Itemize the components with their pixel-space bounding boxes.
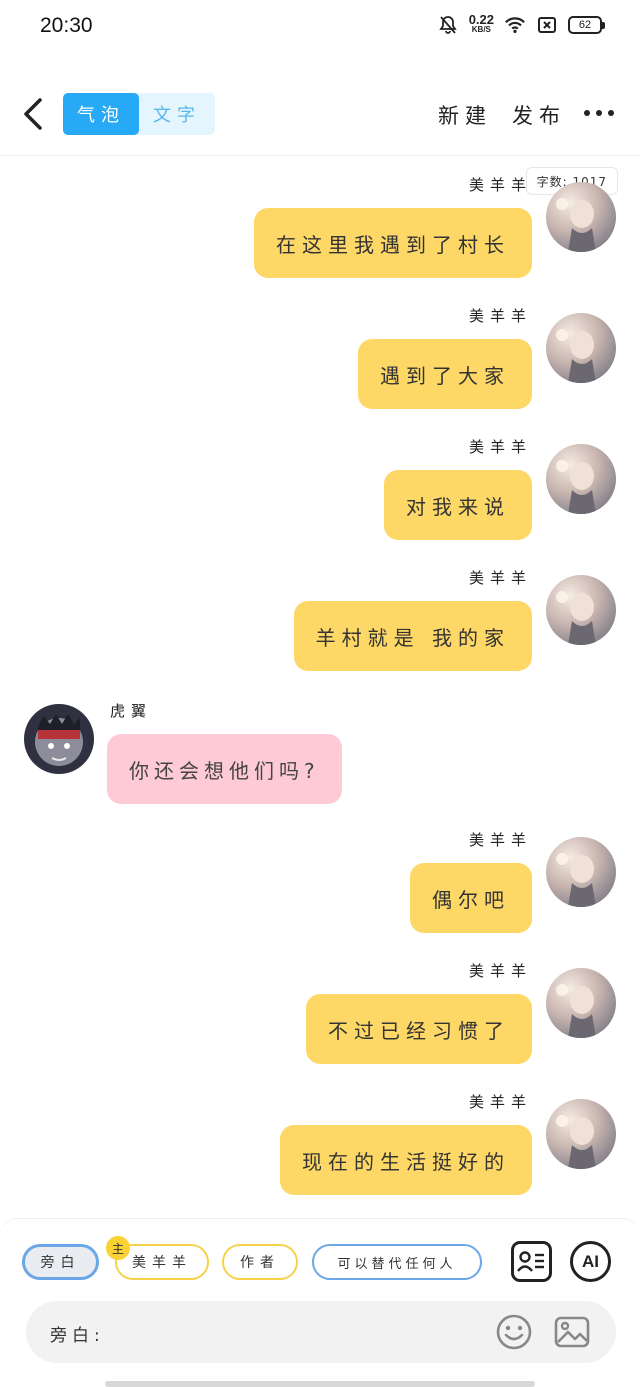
top-nav: 气泡 文字 新建 发布 [0,72,640,156]
chip-author[interactable]: 作者 [222,1244,298,1280]
bell-off-icon [437,14,459,36]
net-speed-unit: KB/S [471,25,491,34]
status-bar: 20:30 0.22 KB/S 62 [0,0,640,56]
more-dot [608,110,614,116]
new-button[interactable]: 新建 [438,100,492,130]
more-dot [596,110,602,116]
avatar[interactable] [546,182,616,252]
back-chevron-icon[interactable] [16,94,52,134]
input-bar: 旁白: [26,1301,616,1363]
more-dot [584,110,590,116]
speaker-name: 美羊羊 [468,831,532,849]
net-speed: 0.22 KB/S [468,12,494,35]
avatar[interactable] [546,575,616,645]
mode-toggle: 气泡 文字 [63,93,215,135]
chip-anyone[interactable]: 可以替代任何人 [312,1244,482,1280]
net-speed-value: 0.22 [468,12,494,27]
tab-text[interactable]: 文字 [139,93,215,135]
chat-bubble[interactable]: 对我来说 [384,470,532,540]
host-badge: 主 [106,1236,130,1260]
avatar[interactable] [546,837,616,907]
status-time: 20:30 [40,14,93,37]
chip-narration[interactable]: 旁白 [22,1244,99,1280]
emoji-icon[interactable] [495,1313,533,1351]
speaker-name: 虎翼 [110,702,153,720]
battery-icon: 62 [568,16,605,34]
message-input[interactable] [138,1313,478,1351]
avatar[interactable] [546,1099,616,1169]
speaker-name: 美羊羊 [468,307,532,325]
speaker-name: 美羊羊 [468,1093,532,1111]
home-indicator[interactable] [105,1381,535,1387]
avatar[interactable] [546,444,616,514]
speaker-name: 美羊羊 [468,962,532,980]
avatar[interactable] [546,313,616,383]
publish-button[interactable]: 发布 [512,100,566,130]
chat-area[interactable]: 字数: 1017 美羊羊 在这里我遇到了村长 美羊羊 遇到了大家 美羊羊 对我来… [0,160,640,1215]
chat-bubble[interactable]: 你还会想他们吗? [107,734,342,804]
ai-icon[interactable]: AI [570,1241,611,1282]
more-dots-icon[interactable] [584,100,614,126]
role-card-icon[interactable] [511,1241,552,1282]
tab-bubble[interactable]: 气泡 [63,93,139,135]
avatar[interactable] [546,968,616,1038]
speaker-name: 美羊羊 [468,569,532,587]
input-label: 旁白: [50,1326,105,1346]
chat-bubble[interactable]: 羊村就是 我的家 [293,601,532,671]
chat-bubble[interactable]: 现在的生活挺好的 [280,1125,532,1195]
chat-bubble[interactable]: 不过已经习惯了 [306,994,532,1064]
image-icon[interactable] [553,1313,591,1351]
speaker-name: 美羊羊 [468,176,532,194]
chat-bubble[interactable]: 遇到了大家 [358,339,532,409]
bottom-panel: 旁白 美羊羊 主 作者 可以替代任何人 AI 旁白: [0,1218,640,1387]
chat-bubble[interactable]: 在这里我遇到了村长 [254,208,532,278]
close-box-icon [536,14,558,36]
chat-bubble[interactable]: 偶尔吧 [410,863,532,933]
status-icons: 0.22 KB/S 62 [437,12,605,36]
wifi-icon [504,14,526,36]
speaker-name: 美羊羊 [468,438,532,456]
avatar[interactable] [24,704,94,774]
